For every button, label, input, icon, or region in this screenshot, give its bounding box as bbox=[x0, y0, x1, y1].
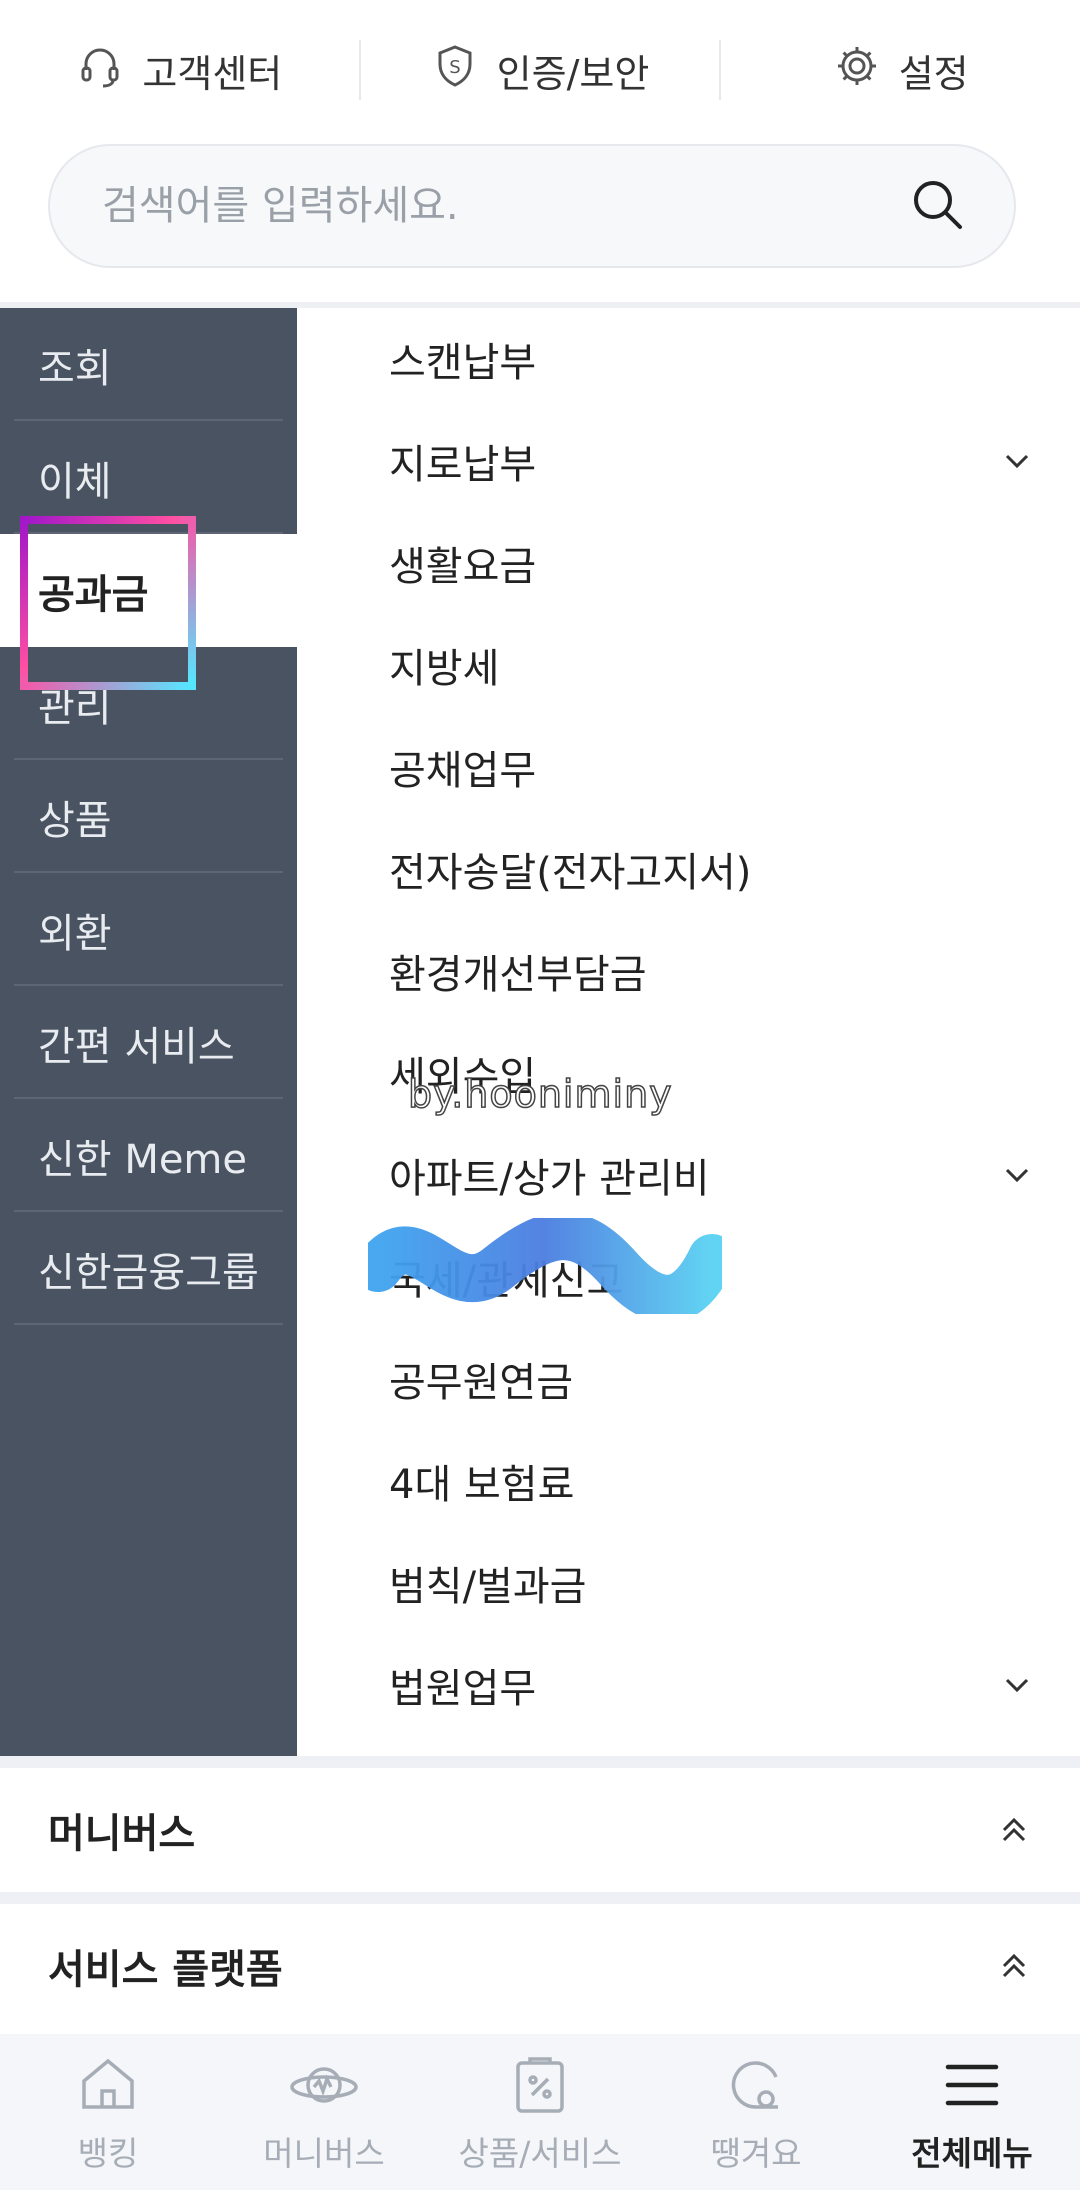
category-item-inquiry[interactable]: 조회 bbox=[0, 308, 297, 421]
gear-icon bbox=[833, 42, 881, 99]
category-label: 간편 서비스 bbox=[38, 1023, 235, 1070]
category-item-management[interactable]: 관리 bbox=[0, 647, 297, 760]
submenu-label: 국세/관세신고 bbox=[389, 1258, 624, 1304]
submenu-item[interactable]: 범칙/벌과금 bbox=[297, 1532, 1080, 1634]
section-service-platform[interactable]: 서비스 플랫폼 bbox=[0, 1904, 1080, 2028]
chevron-down-icon[interactable] bbox=[1002, 1160, 1032, 1190]
search-bar[interactable] bbox=[48, 144, 1016, 268]
section-title: 머니버스 bbox=[48, 1811, 196, 1857]
submenu-item[interactable]: 법원업무 bbox=[297, 1634, 1080, 1736]
chevron-down-icon[interactable] bbox=[1002, 446, 1032, 476]
submenu-item[interactable]: 세외수입 bbox=[297, 1022, 1080, 1124]
submenu-label: 생활요금 bbox=[389, 544, 537, 590]
search-input[interactable] bbox=[102, 183, 908, 229]
top-utility-bar: 고객센터 S 인증/보안 설정 bbox=[0, 0, 1080, 140]
auth-security-link[interactable]: S 인증/보안 bbox=[361, 38, 720, 102]
submenu-label: 환경개선부담금 bbox=[389, 952, 647, 998]
settings-link[interactable]: 설정 bbox=[721, 38, 1080, 102]
double-chevron-up-icon[interactable] bbox=[996, 1948, 1032, 1984]
home-icon bbox=[82, 2058, 134, 2109]
submenu-list: 스캔납부 지로납부 생활요금 지방세 공채업무 전자송달(전자고지서) 환경개선… bbox=[297, 308, 1080, 1756]
category-label: 공과금 bbox=[38, 571, 149, 618]
headset-icon bbox=[76, 42, 124, 99]
auth-security-label: 인증/보안 bbox=[496, 51, 650, 96]
submenu-item[interactable]: 지방세 bbox=[297, 614, 1080, 716]
category-label: 관리 bbox=[38, 684, 112, 731]
svg-text:S: S bbox=[449, 57, 460, 78]
category-item-foreign-exchange[interactable]: 외환 bbox=[0, 873, 297, 986]
nav-label: 땡겨요 bbox=[710, 2134, 802, 2173]
planet-icon bbox=[290, 2067, 358, 2103]
product-icon bbox=[516, 2057, 564, 2113]
submenu-item[interactable]: 아파트/상가 관리비 bbox=[297, 1124, 1080, 1226]
submenu-item[interactable]: 지로납부 bbox=[297, 410, 1080, 512]
submenu-label: 지로납부 bbox=[389, 442, 537, 488]
section-gap bbox=[0, 1892, 1080, 1904]
submenu-label: 아파트/상가 관리비 bbox=[389, 1156, 710, 1202]
submenu-item[interactable]: 공무원연금 bbox=[297, 1328, 1080, 1430]
bottom-navigation: 뱅킹 머니버스 상품/서비스 땡겨요 전체메뉴 bbox=[0, 2034, 1080, 2190]
category-item-simple-service[interactable]: 간편 서비스 bbox=[0, 986, 297, 1099]
delivery-icon bbox=[731, 2061, 778, 2109]
category-label: 외환 bbox=[38, 910, 112, 957]
nav-tab-products-services[interactable]: 상품/서비스 bbox=[432, 2034, 648, 2190]
nav-label: 상품/서비스 bbox=[458, 2134, 622, 2173]
submenu-item[interactable]: 환경개선부담금 bbox=[297, 920, 1080, 1022]
section-gap bbox=[0, 1756, 1080, 1768]
double-chevron-up-icon[interactable] bbox=[996, 1812, 1032, 1848]
submenu-label: 지방세 bbox=[389, 646, 500, 692]
category-item-shinhan-group[interactable]: 신한금융그룹 bbox=[0, 1212, 297, 1325]
submenu-label: 공채업무 bbox=[389, 748, 537, 794]
category-item-products[interactable]: 상품 bbox=[0, 760, 297, 873]
submenu-label: 범칙/벌과금 bbox=[389, 1564, 587, 1610]
category-label: 이체 bbox=[38, 458, 112, 505]
submenu-label: 공무원연금 bbox=[389, 1360, 573, 1406]
nav-tab-delivery[interactable]: 땡겨요 bbox=[648, 2034, 864, 2190]
category-sidebar: 조회 이체 공과금 관리 상품 외환 간편 서비스 신한 Meme 신한금융그룹 bbox=[0, 308, 297, 1756]
category-label: 조회 bbox=[38, 345, 112, 392]
category-item-public-charges[interactable]: 공과금 bbox=[0, 534, 297, 647]
chevron-down-icon[interactable] bbox=[1002, 1670, 1032, 1700]
nav-tab-banking[interactable]: 뱅킹 bbox=[0, 2034, 216, 2190]
search-icon[interactable] bbox=[908, 175, 966, 237]
settings-label: 설정 bbox=[898, 51, 969, 96]
submenu-item[interactable]: 전자송달(전자고지서) bbox=[297, 818, 1080, 920]
category-label: 신한 Meme bbox=[38, 1136, 248, 1183]
category-label: 상품 bbox=[38, 797, 112, 844]
submenu-item[interactable]: 공채업무 bbox=[297, 716, 1080, 818]
submenu-label: 세외수입 bbox=[389, 1054, 537, 1100]
shield-icon: S bbox=[431, 42, 479, 99]
submenu-item[interactable]: 생활요금 bbox=[297, 512, 1080, 614]
category-item-transfer[interactable]: 이체 bbox=[0, 421, 297, 534]
section-title: 서비스 플랫폼 bbox=[48, 1947, 283, 1993]
nav-label: 뱅킹 bbox=[77, 2134, 139, 2173]
category-label: 신한금융그룹 bbox=[38, 1249, 259, 1296]
customer-center-link[interactable]: 고객센터 bbox=[0, 38, 359, 102]
nav-tab-moneyverse[interactable]: 머니버스 bbox=[216, 2034, 432, 2190]
submenu-label: 전자송달(전자고지서) bbox=[389, 850, 752, 896]
customer-center-label: 고객센터 bbox=[142, 51, 283, 96]
nav-label: 머니버스 bbox=[263, 2134, 385, 2173]
section-moneyverse[interactable]: 머니버스 bbox=[0, 1768, 1080, 1892]
submenu-item[interactable]: 스캔납부 bbox=[297, 308, 1080, 410]
submenu-label: 4대 보험료 bbox=[389, 1462, 575, 1508]
submenu-item[interactable]: 국세/관세신고 bbox=[297, 1226, 1080, 1328]
hamburger-menu-icon bbox=[945, 2064, 999, 2106]
submenu-label: 스캔납부 bbox=[389, 340, 537, 386]
category-item-shinhan-meme[interactable]: 신한 Meme bbox=[0, 1099, 297, 1212]
submenu-label: 법원업무 bbox=[389, 1666, 537, 1712]
submenu-item[interactable]: 4대 보험료 bbox=[297, 1430, 1080, 1532]
nav-label: 전체메뉴 bbox=[911, 2134, 1033, 2173]
nav-tab-all-menu[interactable]: 전체메뉴 bbox=[864, 2034, 1080, 2190]
